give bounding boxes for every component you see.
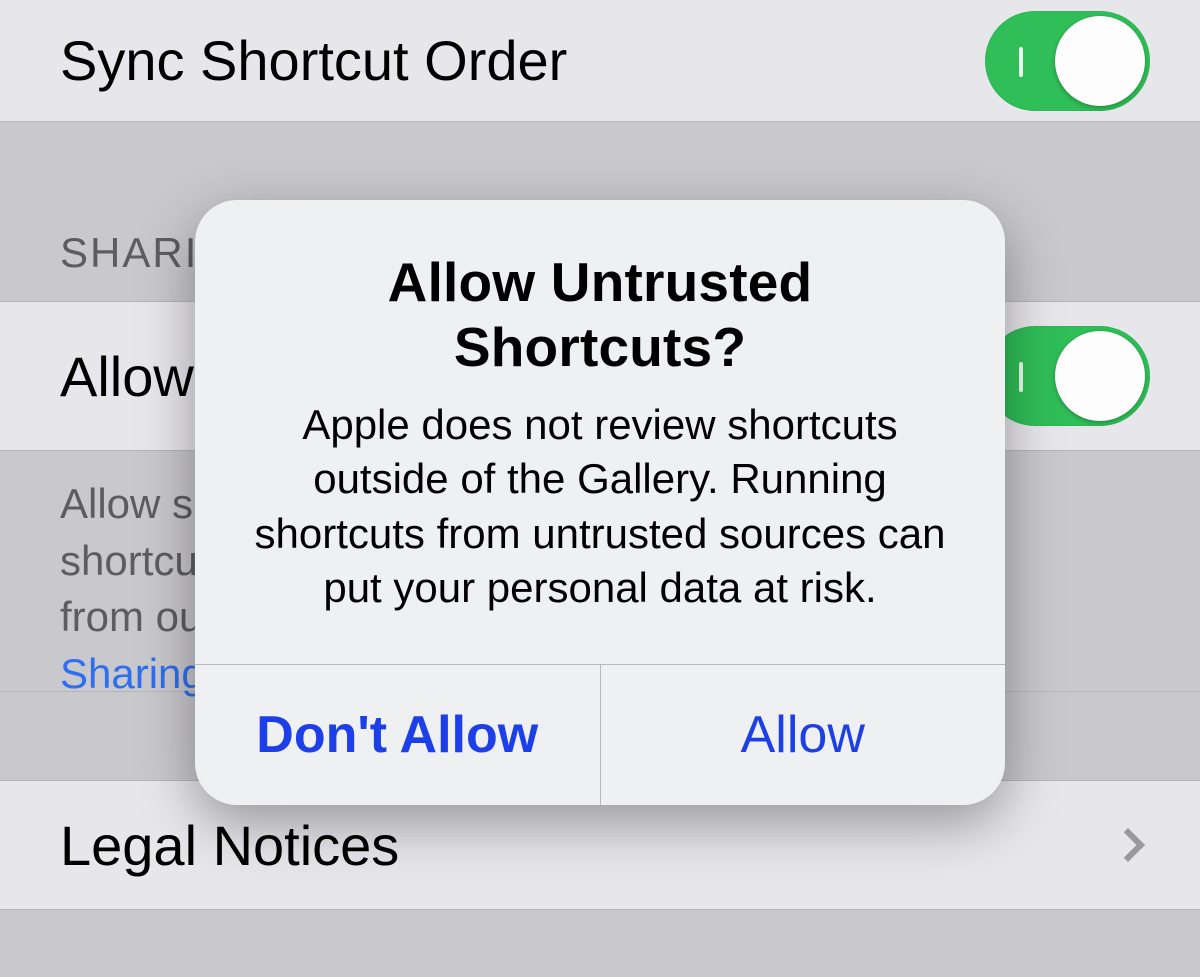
alert-backdrop: Allow Untrusted Shortcuts? Apple does no… [0,0,1200,977]
dont-allow-button[interactable]: Don't Allow [195,665,601,805]
allow-untrusted-alert: Allow Untrusted Shortcuts? Apple does no… [195,200,1005,805]
alert-message: Apple does not review shortcuts outside … [240,398,960,616]
allow-button[interactable]: Allow [601,665,1006,805]
shortcuts-settings-screen: Sync Shortcut Order SHARING Allow Untrus… [0,0,1200,977]
alert-button-row: Don't Allow Allow [195,664,1005,805]
alert-title: Allow Untrusted Shortcuts? [240,250,960,380]
